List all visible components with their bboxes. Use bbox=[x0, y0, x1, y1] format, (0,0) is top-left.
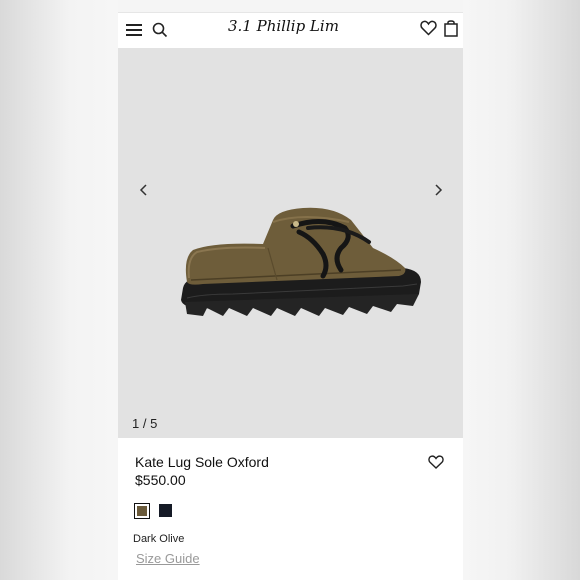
chevron-right-icon[interactable] bbox=[430, 180, 446, 200]
size-guide-link[interactable]: Size Guide bbox=[136, 551, 200, 566]
product-title: Kate Lug Sole Oxford bbox=[135, 454, 269, 470]
add-to-wishlist-heart-icon[interactable] bbox=[428, 455, 444, 469]
color-swatch-dark-olive[interactable] bbox=[134, 503, 150, 519]
brand-logo-text: 3.1 Phillip Lim bbox=[228, 17, 339, 35]
image-counter: 1 / 5 bbox=[132, 416, 158, 431]
site-header: 3.1 Phillip Lim bbox=[118, 13, 463, 48]
swatch-fill bbox=[159, 504, 172, 517]
product-price: $550.00 bbox=[135, 472, 186, 488]
search-icon[interactable] bbox=[152, 22, 168, 38]
brand-logo[interactable]: 3.1 Phillip Lim bbox=[228, 17, 348, 45]
product-image bbox=[181, 207, 421, 316]
bag-icon[interactable] bbox=[444, 19, 458, 37]
menu-icon[interactable] bbox=[126, 23, 142, 37]
wishlist-heart-icon[interactable] bbox=[420, 20, 437, 36]
swatch-fill bbox=[137, 506, 147, 516]
mobile-page: 3.1 Phillip Lim 1 / 5 Kate Lug Sole Oxfo… bbox=[118, 0, 463, 580]
color-swatch-black[interactable] bbox=[158, 503, 174, 519]
status-strip bbox=[118, 0, 463, 13]
product-gallery[interactable]: 1 / 5 bbox=[118, 48, 463, 438]
selected-color-label: Dark Olive bbox=[133, 533, 185, 545]
chevron-left-icon[interactable] bbox=[136, 180, 152, 200]
